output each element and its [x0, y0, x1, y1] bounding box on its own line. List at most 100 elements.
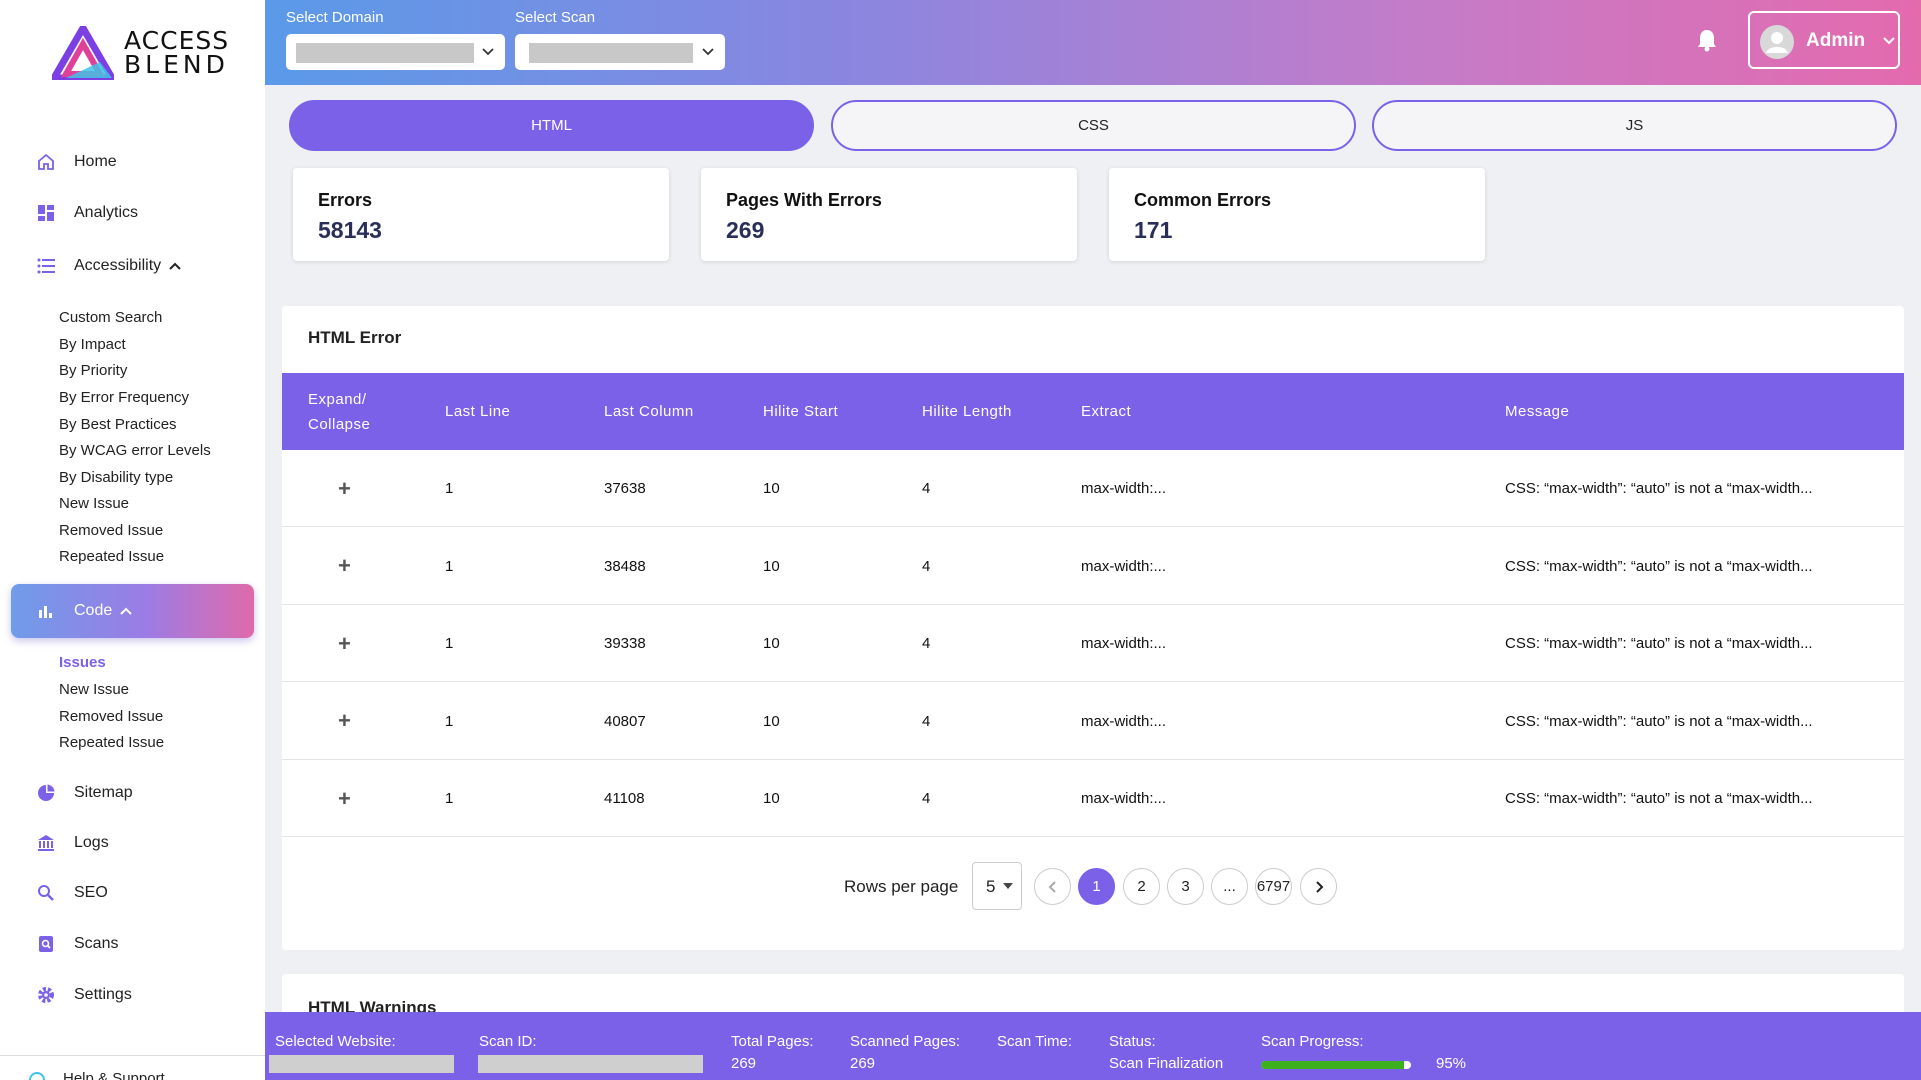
document-search-icon [36, 934, 56, 954]
column-header[interactable]: Last Column [604, 373, 694, 450]
table-header: Expand/ Collapse Last Line Last Column H… [282, 373, 1904, 450]
cell-extract: max-width:... [1081, 635, 1167, 652]
stat-title: Errors [318, 190, 373, 210]
nav-help[interactable]: Help & Support [0, 1055, 265, 1080]
nav-home[interactable]: Home [0, 142, 265, 182]
status-value: Scan Finalization [1109, 1055, 1224, 1072]
nav-scans[interactable]: Scans [0, 924, 265, 964]
nav-logs[interactable]: Logs [0, 823, 265, 863]
user-menu-button[interactable]: Admin [1748, 11, 1900, 69]
nav-sitemap[interactable]: Sitemap [0, 773, 265, 813]
scan-time-label: Scan Time: [997, 1033, 1073, 1050]
cell-hilite-start: 10 [763, 480, 780, 497]
list-icon [36, 256, 56, 276]
panel-title: HTML Error [308, 328, 402, 347]
table-row: +1 39338 10 4 max-width:... CSS: “max-width”:… [282, 605, 1904, 682]
cell-message: CSS: “max-width”: “auto” is not a “max-w… [1505, 557, 1813, 575]
code-subitem[interactable]: Repeated Issue [59, 734, 164, 751]
nav-settings[interactable]: Settings [0, 975, 265, 1015]
column-header[interactable]: Extract [1081, 373, 1131, 450]
scan-status-footer: Selected Website: Scan ID: Total Pages: … [265, 1012, 1921, 1080]
tab-html[interactable]: HTML [289, 100, 814, 151]
code-subitem[interactable]: Removed Issue [59, 708, 163, 725]
accessibility-subitem[interactable]: By Priority [59, 362, 127, 379]
table-row: +1 40807 10 4 max-width:... CSS: “max-width”:… [282, 683, 1904, 760]
expand-toggle[interactable]: + [338, 528, 351, 605]
column-header[interactable]: Hilite Start [763, 373, 838, 450]
accessibility-subitem[interactable]: By Disability type [59, 469, 173, 486]
scan-progress-fill [1261, 1061, 1404, 1069]
column-header[interactable]: Message [1505, 373, 1569, 450]
bell-icon[interactable] [1696, 28, 1718, 57]
expand-toggle[interactable]: + [338, 605, 351, 682]
cell-extract: max-width:... [1081, 557, 1167, 575]
brand-line2: BLEND [124, 50, 229, 79]
cell-last-column: 38488 [604, 557, 646, 575]
cell-extract: max-width:... [1081, 790, 1167, 807]
search-icon [36, 883, 56, 903]
chevron-right-icon [1315, 880, 1323, 893]
nav-code[interactable]: Code [11, 584, 254, 638]
accessibility-subitem[interactable]: By Error Frequency [59, 389, 189, 406]
page-button-1[interactable]: 1 [1078, 868, 1115, 905]
code-subitem[interactable]: New Issue [59, 681, 129, 698]
total-pages-value: 269 [731, 1055, 757, 1072]
brand-logo[interactable]: ACCESS BLEND [52, 26, 229, 80]
rows-per-page-select[interactable]: 5 [972, 862, 1022, 910]
page-button-2[interactable]: 2 [1123, 868, 1160, 905]
column-header[interactable]: Expand/ Collapse [308, 373, 398, 450]
accessibility-subitem[interactable]: By Impact [59, 336, 126, 353]
logo-icon [52, 26, 114, 80]
scan-id-value [478, 1055, 703, 1073]
cell-hilite-length: 4 [922, 557, 931, 575]
accessibility-subitem[interactable]: Repeated Issue [59, 548, 164, 565]
nav-analytics[interactable]: Analytics [0, 193, 265, 233]
chevron-down-icon [1882, 34, 1896, 53]
column-header[interactable]: Last Line [445, 373, 510, 450]
stat-value: 269 [726, 217, 765, 243]
expand-toggle[interactable]: + [338, 450, 351, 527]
help-icon [28, 1071, 46, 1080]
cell-last-line: 1 [445, 712, 454, 730]
cell-hilite-start: 10 [763, 790, 780, 807]
page-button-3[interactable]: 3 [1167, 868, 1204, 905]
cell-last-column: 40807 [604, 712, 646, 730]
code-subitem[interactable]: Issues [59, 654, 106, 671]
stat-card-common-errors: Common Errors 171 [1109, 168, 1485, 261]
nav-accessibility[interactable]: Accessibility [0, 246, 265, 286]
expand-toggle[interactable]: + [338, 760, 351, 837]
tab-css[interactable]: CSS [831, 100, 1356, 151]
tab-js[interactable]: JS [1372, 100, 1897, 151]
gear-icon [36, 985, 56, 1005]
accessibility-subitem[interactable]: New Issue [59, 495, 129, 512]
bank-icon [36, 833, 56, 853]
chevron-left-icon [1048, 880, 1056, 893]
select-scan-dropdown[interactable] [515, 34, 725, 70]
cell-last-column: 37638 [604, 480, 646, 497]
cell-last-line: 1 [445, 635, 454, 652]
chevron-down-icon [481, 44, 495, 63]
nav-seo[interactable]: SEO [0, 873, 265, 913]
user-name: Admin [1806, 30, 1866, 51]
accessibility-subitem[interactable]: By Best Practices [59, 416, 177, 433]
scan-progress-bar [1261, 1061, 1411, 1069]
page-ellipsis: ... [1211, 868, 1248, 905]
sidebar: ACCESS BLEND Home Analytics Accessibilit… [0, 0, 265, 1080]
accessibility-subitem[interactable]: Removed Issue [59, 522, 163, 539]
accessibility-subitem[interactable]: By WCAG error Levels [59, 442, 211, 459]
next-page-button[interactable] [1300, 868, 1337, 905]
select-domain-value [296, 43, 474, 63]
stat-title: Common Errors [1134, 190, 1272, 210]
total-pages-label: Total Pages: [731, 1033, 814, 1050]
expand-toggle[interactable]: + [338, 683, 351, 760]
selected-website-value [269, 1055, 454, 1073]
select-scan-label: Select Scan [515, 9, 596, 26]
select-domain-dropdown[interactable] [286, 34, 505, 70]
accessibility-subitem[interactable]: Custom Search [59, 309, 162, 326]
column-header[interactable]: Hilite Length [922, 373, 1012, 450]
cell-extract: max-width:... [1081, 480, 1167, 497]
page-button-last[interactable]: 6797 [1255, 868, 1292, 905]
html-error-panel: HTML Error Expand/ Collapse Last Line La… [282, 306, 1904, 950]
prev-page-button[interactable] [1034, 868, 1071, 905]
home-icon [36, 152, 56, 172]
